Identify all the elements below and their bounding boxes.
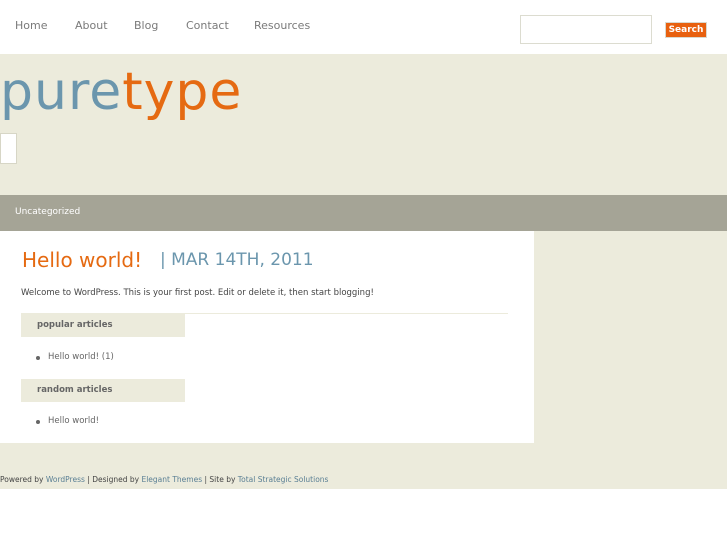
random-articles-heading: random articles — [21, 379, 185, 402]
nav-resources[interactable]: Resources — [254, 19, 310, 32]
category-uncategorized[interactable]: Uncategorized — [15, 207, 80, 217]
content-bottom-band — [0, 443, 534, 454]
footer-link-tss[interactable]: Total Strategic Solutions — [238, 475, 329, 484]
logo-text-pure: pure — [0, 62, 123, 122]
site-header: puretype — [0, 54, 727, 195]
footer-site-by: | Site by — [204, 475, 236, 484]
footer-link-elegant-themes[interactable]: Elegant Themes — [141, 475, 202, 484]
top-navigation: Home About Blog Contact Resources Search — [0, 0, 727, 54]
list-item[interactable]: Hello world! (1) — [36, 352, 114, 362]
post-title[interactable]: Hello world! — [22, 248, 142, 272]
sidebar — [534, 231, 727, 454]
main-content: Hello world! | MAR 14TH, 2011 Welcome to… — [0, 231, 534, 443]
post-excerpt: Welcome to WordPress. This is your first… — [21, 288, 374, 298]
category-bar: Uncategorized — [0, 195, 727, 231]
nav-blog[interactable]: Blog — [134, 19, 158, 32]
popular-articles-heading: popular articles — [21, 314, 185, 337]
footer-credits: Powered by WordPress | Designed by Elega… — [0, 475, 328, 484]
header-placeholder-box — [0, 133, 17, 164]
list-item[interactable]: Hello world! — [36, 416, 99, 426]
site-logo[interactable]: puretype — [0, 60, 242, 124]
search-input[interactable] — [520, 15, 652, 44]
nav-contact[interactable]: Contact — [186, 19, 229, 32]
footer-designed-by: | Designed by — [87, 475, 140, 484]
random-articles-list: Hello world! — [36, 416, 99, 426]
search-button[interactable]: Search — [665, 22, 707, 38]
logo-text-type: type — [122, 62, 243, 122]
nav-home[interactable]: Home — [15, 19, 47, 32]
nav-about[interactable]: About — [75, 19, 108, 32]
post-date: | MAR 14TH, 2011 — [160, 250, 314, 270]
footer-powered-by: Powered by — [0, 475, 44, 484]
footer-link-wordpress[interactable]: WordPress — [46, 475, 85, 484]
popular-articles-list: Hello world! (1) — [36, 352, 114, 362]
footer: Powered by WordPress | Designed by Elega… — [0, 454, 727, 489]
